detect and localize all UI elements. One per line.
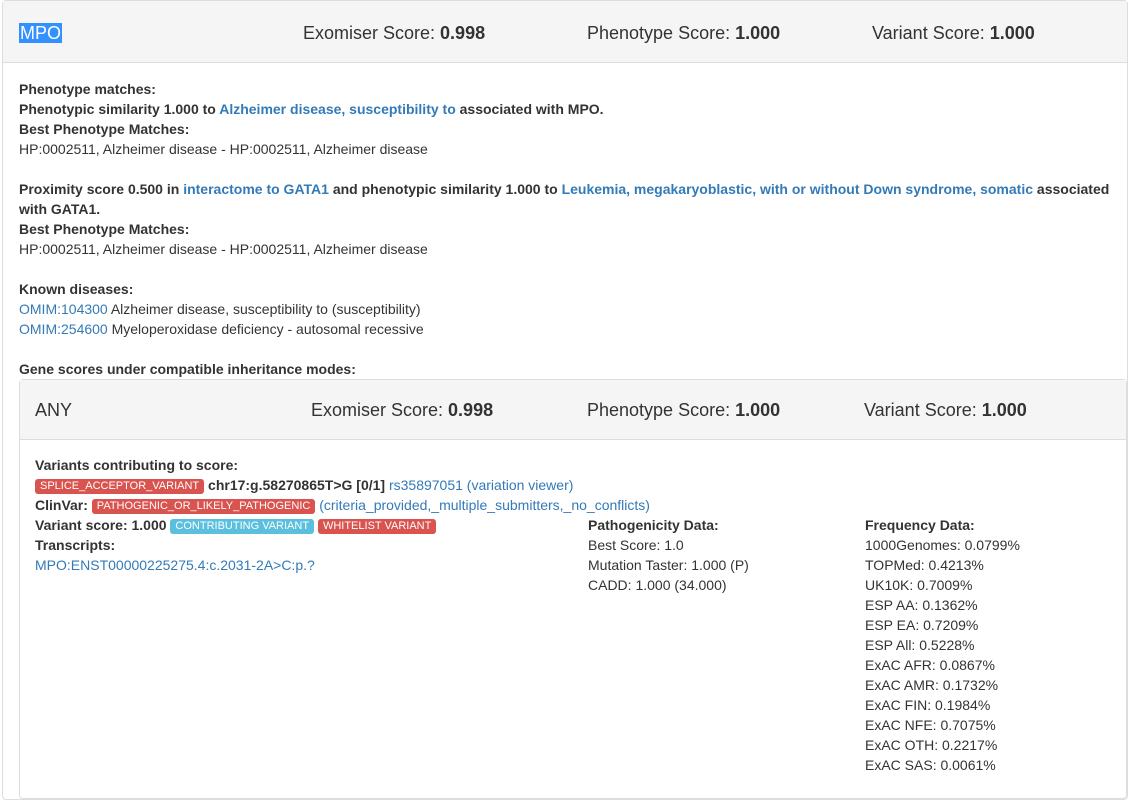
best-phenotype-value: HP:0002511, Alzheimer disease - HP:00025… [19,141,428,157]
best-phenotype-value-2: HP:0002511, Alzheimer disease - HP:00025… [19,241,428,257]
exomiser-score: Exomiser Score: 0.998 [303,23,486,43]
gene-scores-title: Gene scores under compatible inheritance… [19,361,356,377]
frequency-title: Frequency Data: [865,517,975,533]
variant-hgvs: chr17:g.58270865T>G [0/1] [204,477,389,493]
variant-score: Variant Score: 1.000 [872,23,1035,43]
pathogenicity-item: Mutation Taster: 1.000 (P) [588,557,749,573]
frequency-item: ExAC NFE: 0.7075% [865,717,996,733]
pathogenicity-title: Pathogenicity Data: [588,517,719,533]
effect-badge: SPLICE_ACCEPTOR_VARIANT [35,479,205,494]
disease-link-leukemia[interactable]: Leukemia, megakaryoblastic, with or with… [562,181,1033,197]
frequency-item: ExAC AFR: 0.0867% [865,657,995,673]
mode-phenotype-score: Phenotype Score: 1.000 [587,400,781,420]
interactome-link[interactable]: interactome to GATA1 [183,181,329,197]
best-phenotype-title-2: Best Phenotype Matches: [19,221,190,237]
frequency-item: ESP EA: 0.7209% [865,617,979,633]
whitelist-badge: WHITELIST VARIANT [317,519,437,534]
omim-link[interactable]: OMIM:254600 [19,321,108,337]
proximity-line: Proximity score 0.500 in interactome to … [19,181,1110,197]
phenotype-matches-title: Phenotype matches: [19,81,156,97]
frequency-item: ESP AA: 0.1362% [865,597,978,613]
mode-variant-score: Variant Score: 1.000 [864,400,1027,420]
known-diseases-title: Known diseases: [19,281,134,297]
frequency-item: ExAC SAS: 0.0061% [865,757,996,773]
variant-score-line: Variant score: 1.000 CONTRIBUTING VARIAN… [35,515,437,535]
transcripts-title: Transcripts: [35,537,116,553]
phenotypic-similarity-line: Phenotypic similarity 1.000 to Alzheimer… [19,101,604,117]
gene-panel-heading[interactable]: MPO Exomiser Score: 0.998 Phenotype Scor… [3,1,1127,63]
frequency-item: 1000Genomes: 0.0799% [865,537,1020,553]
variant-line: SPLICE_ACCEPTOR_VARIANT chr17:g.58270865… [35,475,573,495]
disease-link-alzheimer[interactable]: Alzheimer disease, susceptibility to [219,101,456,117]
gene-symbol: MPO [19,23,63,43]
frequency-item: UK10K: 0.7009% [865,577,973,593]
clinvar-link[interactable]: (criteria_provided,_multiple_submitters,… [315,497,650,513]
pathogenicity-item: Best Score: 1.0 [588,537,684,553]
best-phenotype-title: Best Phenotype Matches: [19,121,190,137]
known-disease-item: OMIM:254600 Myeloperoxidase deficiency -… [19,321,424,337]
inheritance-mode-heading[interactable]: ANY Exomiser Score: 0.998 Phenotype Scor… [20,380,1126,440]
pathogenicity-item: CADD: 1.000 (34.000) [588,577,727,593]
clinvar-line: ClinVar: PATHOGENIC_OR_LIKELY_PATHOGENIC… [35,497,650,514]
inheritance-mode: ANY [35,400,73,420]
omim-link[interactable]: OMIM:104300 [19,301,108,317]
frequency-item: TOPMed: 0.4213% [865,557,984,573]
mode-exomiser-score: Exomiser Score: 0.998 [311,400,494,420]
frequency-item: ESP All: 0.5228% [865,637,975,653]
clinvar-badge: PATHOGENIC_OR_LIKELY_PATHOGENIC [91,499,316,514]
contributing-badge: CONTRIBUTING VARIANT [170,519,315,534]
known-disease-item: OMIM:104300 Alzheimer disease, susceptib… [19,301,421,317]
gene-panel: MPO Exomiser Score: 0.998 Phenotype Scor… [2,0,1128,800]
proximity-line-cont: with GATA1. [19,201,101,217]
inheritance-mode-panel: ANY Exomiser Score: 0.998 Phenotype Scor… [19,379,1127,799]
frequency-item: ExAC AMR: 0.1732% [865,677,999,693]
variants-title: Variants contributing to score: [35,457,239,473]
transcript-item: MPO:ENST00000225275.4:c.2031-2A>C:p.? [35,555,315,575]
frequency-item: ExAC FIN: 0.1984% [865,697,991,713]
frequency-item: ExAC OTH: 0.2217% [865,737,998,753]
rsid-link[interactable]: rs35897051 (variation viewer) [389,477,573,493]
phenotype-score: Phenotype Score: 1.000 [587,23,781,43]
transcript-link[interactable]: MPO:ENST00000225275.4:c.2031-2A>C:p.? [35,557,315,573]
